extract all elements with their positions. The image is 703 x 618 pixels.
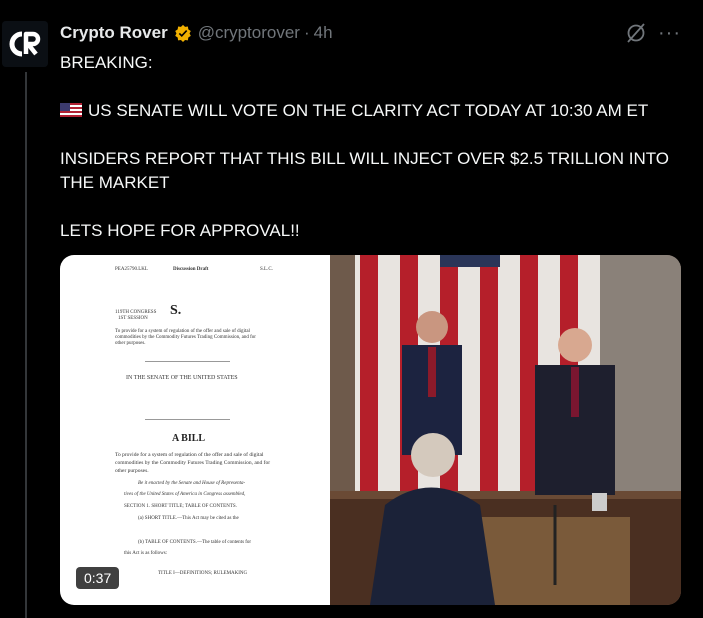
bill-document: PEA25790.LKL Discussion Draft S.L.C. 119… [60, 255, 330, 605]
doc-title-line: TITLE I—DEFINITIONS; RULEMAKING [158, 571, 248, 576]
tweet-header: Crypto Rover @cryptorover · 4h [60, 21, 333, 45]
doc-header-left: PEA25790.LKL [115, 267, 148, 272]
timestamp[interactable]: 4h [314, 23, 333, 43]
doc-short-title: (a) SHORT TITLE.—This Act may be cited a… [138, 516, 239, 521]
doc-purpose: To provide for a system of regulation of… [115, 452, 271, 474]
doc-a-bill: A BILL [172, 433, 206, 444]
grok-icon[interactable] [625, 22, 647, 44]
tweet-line-1: BREAKING: [60, 53, 153, 72]
tweet[interactable]: Crypto Rover @cryptorover · 4h ··· BREAK… [0, 0, 703, 618]
doc-header-center: Discussion Draft [173, 267, 209, 272]
doc-toc2: this Act is as follows: [124, 551, 168, 556]
separator-dot: · [303, 23, 310, 42]
doc-rule-2 [145, 419, 230, 420]
doc-rule-1 [145, 361, 230, 362]
crypto-rover-logo [2, 21, 48, 67]
author-handle[interactable]: @cryptorover [198, 23, 300, 43]
tweet-line-2-text: US SENATE WILL VOTE ON THE CLARITY ACT T… [88, 101, 649, 120]
doc-session: 1ST SESSION [118, 316, 148, 321]
doc-bill-prefix: S. [170, 303, 182, 318]
doc-toc: (b) TABLE OF CONTENTS.—The table of cont… [138, 540, 252, 545]
doc-enact-1: Be it enacted by the Senate and House of… [138, 481, 246, 486]
doc-enact-2: tives of the United States of America in… [124, 492, 246, 497]
tweet-line-2: US SENATE WILL VOTE ON THE CLARITY ACT T… [60, 99, 690, 123]
doc-congress: 119TH CONGRESS [115, 310, 157, 315]
doc-intro: To provide for a system of regulation of… [115, 329, 256, 346]
doc-header-right: S.L.C. [260, 267, 273, 272]
us-flag-icon [60, 103, 82, 117]
doc-senate: IN THE SENATE OF THE UNITED STATES [126, 375, 238, 381]
doc-sec1: SECTION 1. SHORT TITLE; TABLE OF CONTENT… [124, 504, 237, 509]
senate-chamber-scene [330, 255, 681, 605]
author-name[interactable]: Crypto Rover [60, 23, 168, 43]
avatar[interactable] [2, 21, 48, 67]
verified-badge-icon [174, 24, 191, 42]
more-options-icon[interactable]: ··· [658, 23, 680, 43]
tweet-line-3: INSIDERS REPORT THAT THIS BILL WILL INJE… [60, 149, 670, 192]
video-player[interactable]: PEA25790.LKL Discussion Draft S.L.C. 119… [60, 255, 681, 605]
tweet-text: BREAKING: US SENATE WILL VOTE ON THE CLA… [60, 51, 690, 243]
video-duration-badge: 0:37 [76, 567, 120, 589]
thread-line [25, 72, 27, 618]
tweet-line-4: LETS HOPE FOR APPROVAL!! [60, 221, 300, 240]
